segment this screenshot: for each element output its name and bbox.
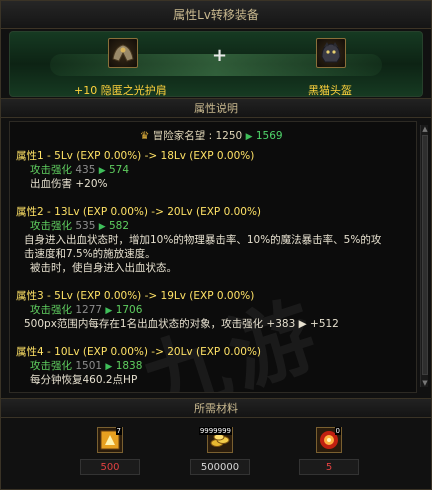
gold-coins-icon: 9999999 <box>198 427 233 453</box>
material-item-gold[interactable]: 9999999 500000 <box>190 427 250 475</box>
attribute-3-head: 属性3 - 5Lv (EXP 0.00%) -> 19Lv (EXP 0.00%… <box>16 290 255 302</box>
sub-label: 攻击强化 <box>30 220 72 232</box>
reputation-to: 1569 <box>255 130 283 142</box>
reputation-line: ♛ 冒险家名望 : 1250 ▶ 1569 <box>140 128 283 143</box>
scroll-up-icon[interactable]: ▲ <box>421 125 429 133</box>
fire-orb-icon: 0 <box>316 427 342 453</box>
shoulder-armor-icon <box>112 44 134 62</box>
sub-from: 1277 <box>75 304 103 316</box>
attribute-4-sub: 攻击强化 1501 ▶ 1838 <box>30 358 142 373</box>
description-header: 属性说明 <box>1 98 431 118</box>
helmet-icon <box>321 42 341 63</box>
sub-label: 攻击强化 <box>30 360 72 372</box>
reputation-label: 冒险家名望 : <box>152 130 213 142</box>
material-3-badge: 0 <box>334 427 341 435</box>
source-equipment-slot[interactable] <box>108 38 138 68</box>
materials-header: 所需材料 <box>1 398 431 418</box>
source-item-name: +10 隐匿之光护肩 <box>74 84 167 97</box>
material-1-badge: 7 <box>115 427 122 435</box>
attribute-2-head: 属性2 - 13Lv (EXP 0.00%) -> 20Lv (EXP 0.00… <box>16 206 262 218</box>
sub-label: 攻击强化 <box>30 304 72 316</box>
transfer-window: 属性Lv转移装备 + +10 隐匿之光护肩 黑猫头盔 属性说明 九游 ♛ 冒险家… <box>0 0 432 490</box>
triangle-right-icon: ▶ <box>245 132 253 142</box>
description-scrollbar[interactable]: ▲ ▼ <box>420 125 428 387</box>
materials-row: 7 500 9999999 500000 0 5 <box>1 419 431 489</box>
attribute-2-line-2: 击速度和7.5%的施放速度。 <box>24 248 156 260</box>
triangle-right-icon: ▶ <box>98 222 106 232</box>
triangle-right-icon: ▶ <box>98 166 106 176</box>
reputation-from: 1250 <box>215 130 243 142</box>
sub-to: 1838 <box>115 360 143 372</box>
sub-to: 1706 <box>115 304 143 316</box>
window-title: 属性Lv转移装备 <box>1 1 431 29</box>
scroll-down-icon[interactable]: ▼ <box>421 379 429 387</box>
attribute-2-line-1: 自身进入出血状态时，增加10%的物理暴击率、10%的魔法暴击率、5%的攻 <box>24 234 382 246</box>
material-item-3[interactable]: 0 5 <box>299 427 359 475</box>
target-equipment-slot[interactable] <box>316 38 346 68</box>
attribute-1-line-1: 出血伤害 +20% <box>30 178 108 190</box>
target-item-name: 黑猫头盔 <box>308 84 352 97</box>
sub-label: 攻击强化 <box>30 164 72 176</box>
golden-card-icon: 7 <box>97 427 123 453</box>
triangle-right-icon: ▶ <box>105 362 113 372</box>
transfer-box: + +10 隐匿之光护肩 黑猫头盔 <box>9 31 423 97</box>
attribute-3-sub: 攻击强化 1277 ▶ 1706 <box>30 302 142 317</box>
scroll-thumb[interactable] <box>422 135 428 375</box>
material-3-count: 5 <box>299 459 359 475</box>
triangle-right-icon: ▶ <box>105 306 113 316</box>
crown-icon: ♛ <box>140 130 150 142</box>
sub-to: 582 <box>109 220 130 232</box>
material-item-1[interactable]: 7 500 <box>80 427 140 475</box>
attribute-description-box: 九游 ♛ 冒险家名望 : 1250 ▶ 1569 属性1 - 5Lv (EXP … <box>9 121 417 393</box>
attribute-1-sub: 攻击强化 435 ▶ 574 <box>30 162 129 177</box>
sub-from: 1501 <box>75 360 103 372</box>
attribute-1-head: 属性1 - 5Lv (EXP 0.00%) -> 18Lv (EXP 0.00%… <box>16 150 255 162</box>
sub-to: 574 <box>109 164 130 176</box>
attribute-4-line-1: 每分钟恢复460.2点HP <box>30 374 138 386</box>
plus-icon: + <box>212 45 228 66</box>
material-gold-badge: 9999999 <box>198 427 232 435</box>
attribute-3-line-1: 500px范围内每存在1名出血状态的对象，攻击强化 +383 ▶ +512 <box>24 318 339 330</box>
attribute-2-line-3: 被击时，使自身进入出血状态。 <box>30 262 177 274</box>
material-gold-count: 500000 <box>190 459 250 475</box>
sub-from: 535 <box>75 220 96 232</box>
attribute-2-sub: 攻击强化 535 ▶ 582 <box>30 218 129 233</box>
attribute-4-head: 属性4 - 10Lv (EXP 0.00%) -> 20Lv (EXP 0.00… <box>16 346 262 358</box>
sub-from: 435 <box>75 164 96 176</box>
material-1-count: 500 <box>80 459 140 475</box>
